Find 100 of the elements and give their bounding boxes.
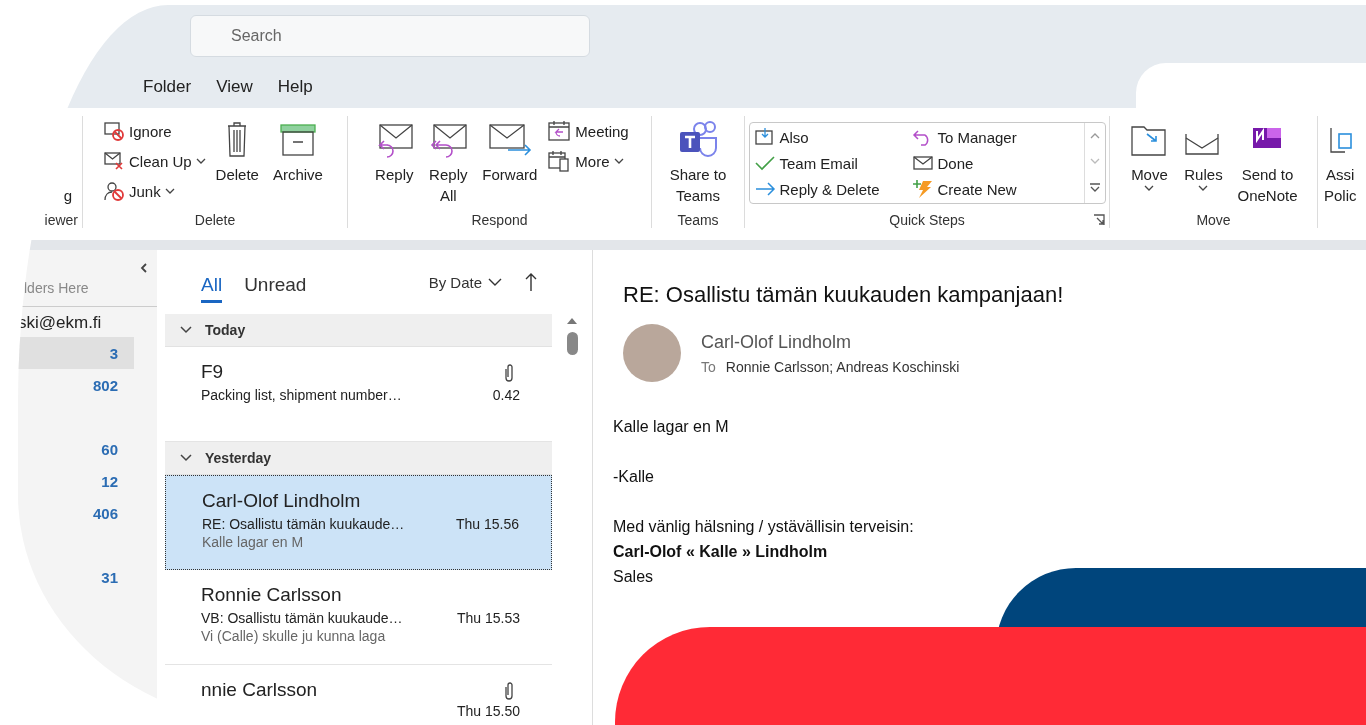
group-label: Today [205,322,246,338]
quick-step[interactable]: Reply & Delete [753,176,912,202]
unread-count: 60 [101,440,118,458]
folder-row[interactable]: 60 [18,433,134,465]
caret-icon [1144,185,1155,191]
archive-box-icon [278,122,317,158]
sort-button[interactable]: By Date [428,273,502,291]
chevron-down-icon [488,278,502,286]
ribbon-button[interactable]: Junk [103,180,206,202]
ribbon-button[interactable]: Reply [370,116,419,187]
group-label: Quick Steps [889,212,965,228]
sender-name: nnie Carlsson [201,679,319,702]
group-label: Move [1196,212,1231,228]
time-text: Thu 15.50 [456,703,520,719]
group-label: Yesterday [205,450,272,466]
quick-step[interactable]: Done [911,150,1080,176]
body-text: -Kalle [613,467,655,487]
scrollbar-thumb[interactable] [566,332,578,355]
ribbon-button[interactable]: Rules [1179,116,1228,193]
folder-row[interactable]: 406 [18,497,134,529]
group-header[interactable]: Today [165,314,552,347]
email-subject: RE: Osallistu tämän kuukauden kampanjaan! [623,282,1065,309]
menu-tab[interactable]: View [216,77,253,97]
time-text: Thu 15.53 [456,610,520,626]
folder-row[interactable]: 12 [18,465,134,497]
unread-count: 12 [101,472,118,490]
preview-text: Vi (Calle) skulle ju kunna laga [201,628,387,644]
sender-name: Ronnie Carlsson [201,584,343,607]
subject-text: VB: Osallistu tämän kuukaude… [201,610,403,626]
group-label: Delete [194,212,236,228]
menu-tab[interactable]: Help [277,77,313,97]
body-text: Med vänlig hälsning / ystävällisin terveisin: [613,517,915,537]
filter-tab[interactable]: All [201,269,223,303]
ribbon-button[interactable]: Forward [478,116,542,187]
time-text: Thu 15.56 [455,516,519,532]
ribbon-button[interactable]: Archive [268,116,327,187]
quick-step[interactable]: To Manager [911,124,1080,150]
quick-step[interactable]: Team Email [753,150,912,176]
unread-count: 406 [92,504,118,522]
block-icon [103,120,126,142]
scroll-up-icon [1089,132,1100,139]
folder-row[interactable]: 3 [18,337,134,369]
preview-text: Kalle lagar en M [202,534,305,550]
caret-icon [613,158,624,164]
recipients-text: Ronnie Carlsson; Andreas Koschinski [725,358,960,375]
unread-count: 31 [101,568,118,586]
caret-icon [195,158,206,164]
chevron-down-icon [179,453,193,463]
subject-text: RE: Osallistu tämän kuukaude… [202,516,405,532]
message-item[interactable]: nnie Carlsson Thu 15.50 [165,665,552,725]
ribbon-label: g [63,187,72,204]
scroll-up-icon [565,316,579,326]
caret-icon [164,188,175,194]
group-label: Respond [471,212,528,228]
quick-step[interactable]: Also [753,124,912,150]
ribbon-button[interactable]: More [547,150,629,172]
body-text: Kalle lagar en M [613,417,730,437]
pane-header: lders Here [24,280,89,296]
group-label: Teams [677,212,719,228]
search-field[interactable]: Search [190,15,590,57]
ribbon-button[interactable]: Ignore [103,120,206,142]
ribbon-button[interactable]: Assi Polic [1320,116,1361,208]
group-header[interactable]: Yesterday [165,442,552,475]
chevron-down-icon [179,325,193,335]
sender-name: F9 [201,361,225,384]
ribbon-button[interactable]: Share to Teams [665,116,731,208]
person-block-icon [103,180,126,202]
sort-arrow-icon [524,272,538,292]
ribbon-button[interactable]: Move [1125,116,1174,193]
ribbon-button[interactable]: Delete [211,116,263,187]
filter-tab[interactable]: Unread [244,269,307,303]
menu-tab[interactable]: Folder [143,77,192,97]
envelope-icon [911,155,934,171]
ribbon-button[interactable]: Clean Up [103,150,206,172]
subject-text: Packing list, shipment number… [201,387,402,403]
checkmark-icon [753,155,776,171]
account-name: ski@ekm.fi [18,313,102,332]
reply-all-icon [428,122,469,158]
ribbon-button[interactable]: Meeting [547,120,629,142]
group-label: iewer [44,212,78,228]
forward-icon [487,122,532,158]
folder-row[interactable]: 31 [18,561,134,593]
sender-name: Carl-Olof Lindholm [701,331,853,353]
time-text: 0.42 [492,387,520,403]
ribbon-button[interactable]: Send to OneNote [1233,116,1302,208]
body-text: Sales [613,567,655,587]
message-item[interactable]: Ronnie Carlsson VB: Osallistu tämän kuukaude… Thu 15.53 Vi (Calle) skulle ju kunna laga [165,570,552,665]
arrow-right-icon [753,181,776,197]
envelope-x-icon [103,150,126,172]
dialog-launcher-icon [1093,214,1105,226]
sender-name: Carl-Olof Lindholm [202,490,362,513]
ribbon-button[interactable]: Reply All [424,116,473,208]
message-item[interactable]: Carl-Olof Lindholm RE: Osallistu tämän kuukaude… Thu 15.56 Kalle lagar en M [165,475,552,570]
lightning-plus-icon [911,179,934,199]
scroll-down-icon [1089,158,1100,164]
quick-step[interactable]: Create New [911,176,1080,202]
collapse-icon [139,262,149,274]
unread-count: 3 [109,344,118,362]
folder-row[interactable]: 802 [18,369,134,401]
calendar-phone-icon [547,150,572,172]
